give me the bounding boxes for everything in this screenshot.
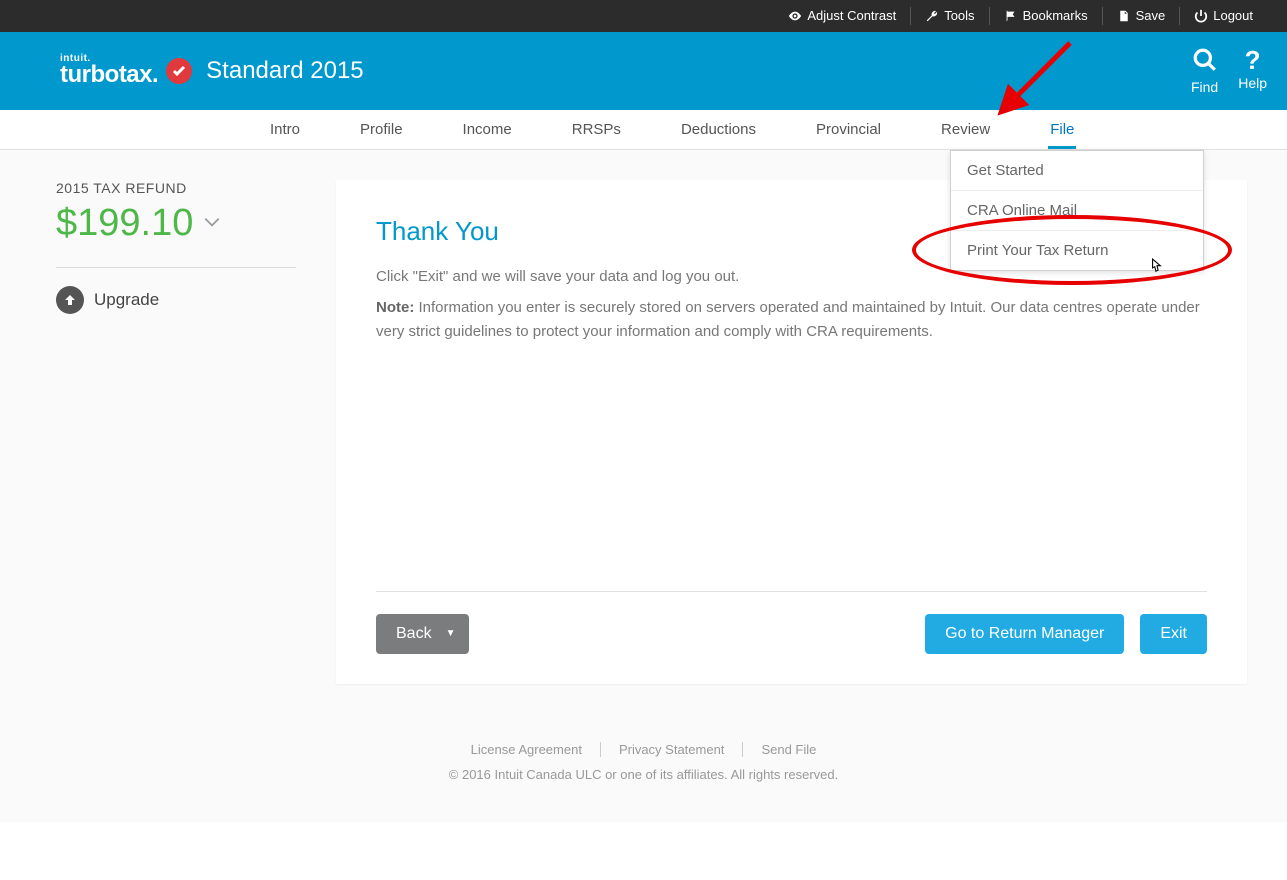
footer-privacy[interactable]: Privacy Statement <box>601 742 744 757</box>
header: intuit. turbotax. Standard 2015 Find ? H… <box>0 32 1287 110</box>
question-icon: ? <box>1238 47 1267 73</box>
note-text: Information you enter is securely stored… <box>376 299 1200 339</box>
power-icon <box>1194 9 1208 23</box>
wrench-icon <box>925 9 939 23</box>
find-button[interactable]: Find <box>1191 47 1218 95</box>
dropdown-get-started[interactable]: Get Started <box>951 151 1203 191</box>
logout-label: Logout <box>1213 7 1253 25</box>
bookmarks-button[interactable]: Bookmarks <box>990 7 1103 25</box>
tools-button[interactable]: Tools <box>911 7 989 25</box>
security-note: Note: Information you enter is securely … <box>376 296 1207 343</box>
flag-icon <box>1004 9 1018 23</box>
eye-icon <box>788 9 802 23</box>
topbar: Adjust Contrast Tools Bookmarks Save Log… <box>0 0 1287 32</box>
dropdown-print-tax-return[interactable]: Print Your Tax Return <box>951 231 1203 270</box>
save-label: Save <box>1136 7 1166 25</box>
upgrade-icon <box>56 286 84 314</box>
find-label: Find <box>1191 79 1218 95</box>
help-label: Help <box>1238 75 1267 91</box>
back-button[interactable]: Back ▼ <box>376 614 469 654</box>
tab-intro[interactable]: Intro <box>240 110 330 149</box>
dropdown-cra-online-mail[interactable]: CRA Online Mail <box>951 191 1203 231</box>
footer-send-file[interactable]: Send File <box>743 742 834 757</box>
footer: License Agreement Privacy Statement Send… <box>0 714 1287 822</box>
logout-button[interactable]: Logout <box>1180 7 1267 25</box>
footer-copyright: © 2016 Intuit Canada ULC or one of its a… <box>0 767 1287 782</box>
footer-license[interactable]: License Agreement <box>453 742 601 757</box>
refund-label: 2015 TAX REFUND <box>56 180 296 196</box>
note-label: Note: <box>376 299 414 316</box>
tab-rrsps[interactable]: RRSPs <box>542 110 651 149</box>
refund-value: $199.10 <box>56 202 193 245</box>
tab-deductions[interactable]: Deductions <box>651 110 786 149</box>
main-divider <box>376 591 1207 592</box>
tab-file[interactable]: File <box>1020 110 1104 149</box>
footer-links: License Agreement Privacy Statement Send… <box>0 742 1287 757</box>
product-name: Standard 2015 <box>206 57 363 85</box>
brand-logo: intuit. turbotax. <box>60 53 192 89</box>
chevron-down-icon <box>203 211 221 237</box>
tab-income[interactable]: Income <box>433 110 542 149</box>
action-bar: Back ▼ Go to Return Manager Exit <box>376 614 1207 654</box>
refund-amount[interactable]: $199.10 <box>56 202 296 245</box>
upgrade-label: Upgrade <box>94 290 159 310</box>
return-manager-button[interactable]: Go to Return Manager <box>925 614 1124 654</box>
file-dropdown: Get Started CRA Online Mail Print Your T… <box>950 150 1204 271</box>
adjust-contrast-button[interactable]: Adjust Contrast <box>774 7 911 25</box>
sidebar-divider <box>56 267 296 268</box>
checkmark-icon <box>166 58 192 84</box>
nav-tabs: Intro Profile Income RRSPs Deductions Pr… <box>0 110 1287 150</box>
bookmarks-label: Bookmarks <box>1023 7 1088 25</box>
exit-button[interactable]: Exit <box>1140 614 1207 654</box>
adjust-contrast-label: Adjust Contrast <box>807 7 896 25</box>
upgrade-link[interactable]: Upgrade <box>56 286 296 314</box>
tab-provincial[interactable]: Provincial <box>786 110 911 149</box>
sidebar: 2015 TAX REFUND $199.10 Upgrade <box>56 180 296 684</box>
tools-label: Tools <box>944 7 974 25</box>
search-icon <box>1191 47 1218 77</box>
save-button[interactable]: Save <box>1103 7 1181 25</box>
help-button[interactable]: ? Help <box>1238 47 1267 95</box>
back-label: Back <box>396 625 432 643</box>
brand-name: turbotax. <box>60 61 158 89</box>
caret-down-icon: ▼ <box>446 628 456 639</box>
file-icon <box>1117 9 1131 23</box>
tab-review[interactable]: Review <box>911 110 1020 149</box>
tab-profile[interactable]: Profile <box>330 110 433 149</box>
